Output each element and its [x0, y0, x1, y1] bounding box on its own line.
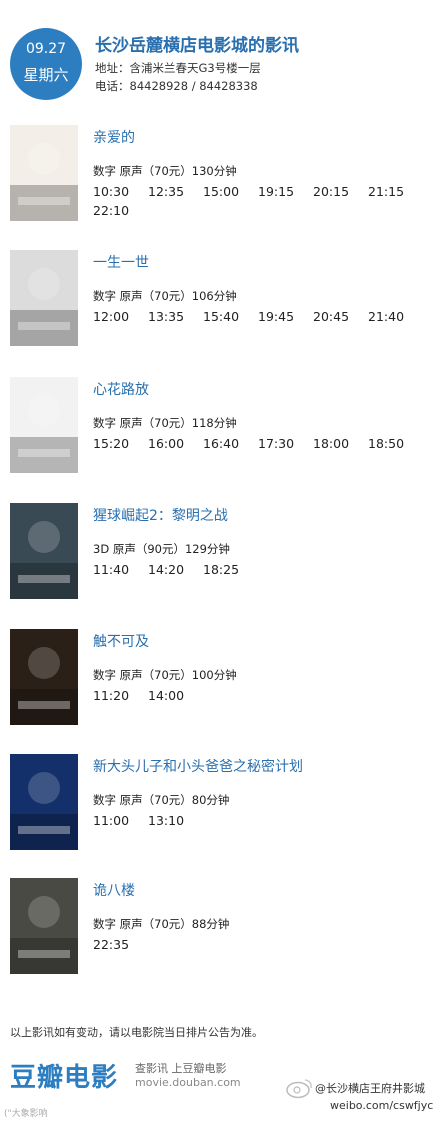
- showtime[interactable]: 22:35: [93, 936, 148, 953]
- movie-poster[interactable]: [10, 629, 78, 725]
- douban-site-link[interactable]: movie.douban.com: [135, 1076, 241, 1089]
- showtime-list: 11:40 14:20 18:25: [93, 559, 438, 578]
- movie-title[interactable]: 一生一世: [93, 252, 149, 272]
- poster-icon: [10, 125, 78, 221]
- showtime[interactable]: 15:00: [203, 183, 258, 200]
- movie-item[interactable]: 一生一世 数字 原声（70元）106分钟 12:00 13:35 15:40 19:45 2…: [0, 250, 440, 350]
- showtime[interactable]: 12:00: [93, 308, 148, 325]
- movie-poster[interactable]: [10, 125, 78, 221]
- showtime-list: 15:20 16:00 16:40 17:30 18:00 18:50: [93, 433, 438, 452]
- movie-item[interactable]: 诡八楼数字 原声（70元）88分钟 22:35: [0, 878, 440, 978]
- showtime[interactable]: 13:35: [148, 308, 203, 325]
- cinema-title[interactable]: 长沙岳麓横店电影城的影讯: [95, 31, 299, 56]
- schedule-notice: 以上影讯如有变动，请以电影院当日排片公告为准。: [10, 1026, 263, 1039]
- movie-meta: 数字 原声（70元）118分钟: [93, 416, 237, 430]
- showtime[interactable]: 16:00: [148, 435, 203, 452]
- showtime[interactable]: 13:10: [148, 812, 203, 829]
- poster-icon: [10, 250, 78, 346]
- showtime[interactable]: 18:50: [368, 435, 423, 452]
- poster-icon: [10, 754, 78, 850]
- date-text: 09.27: [25, 41, 67, 57]
- showtime[interactable]: 10:30: [93, 183, 148, 200]
- movie-title[interactable]: 新大头儿子和小头爸爸之秘密计划: [93, 756, 303, 776]
- cinema-header: 09.27 星期六 长沙岳麓横店电影城的影讯 地址：含浦米兰春天G3号楼一层 电…: [0, 0, 440, 110]
- cinema-address: 地址：含浦米兰春天G3号楼一层: [95, 61, 261, 75]
- showtime[interactable]: 11:20: [93, 687, 148, 704]
- movie-item[interactable]: 触不可及数字 原声（70元）100分钟 11:20 14:00: [0, 629, 440, 729]
- movie-meta: 3D 原声（90元）129分钟: [93, 542, 230, 556]
- poster-icon: [10, 629, 78, 725]
- movie-title[interactable]: 亲爱的: [93, 127, 135, 147]
- movie-poster[interactable]: [10, 503, 78, 599]
- showtime[interactable]: 11:40: [93, 561, 148, 578]
- showtime[interactable]: 14:20: [148, 561, 203, 578]
- movie-title[interactable]: 猩球崛起2：黎明之战: [93, 505, 228, 525]
- showtime-list: 22:35: [93, 934, 438, 953]
- showtime[interactable]: 17:30: [258, 435, 313, 452]
- showtime[interactable]: 14:00: [148, 687, 203, 704]
- poster-icon: [10, 377, 78, 473]
- movie-title[interactable]: 触不可及: [93, 631, 149, 651]
- movie-item[interactable]: 新大头儿子和小头爸爸之秘密计划数字 原声（70元）80分钟 11:00 13:10: [0, 754, 440, 854]
- movie-meta: 数字 原声（70元）106分钟: [93, 289, 237, 303]
- weibo-watermark-name: @长沙横店王府井影城: [315, 1082, 425, 1095]
- weibo-watermark-url: weibo.com/cswfjyc: [330, 1099, 434, 1112]
- movie-poster[interactable]: [10, 754, 78, 850]
- showtime-list: 11:20 14:00: [93, 685, 438, 704]
- showtime[interactable]: 15:40: [203, 308, 258, 325]
- showtime[interactable]: 19:15: [258, 183, 313, 200]
- showtime[interactable]: 20:45: [313, 308, 368, 325]
- weibo-icon: [285, 1077, 315, 1103]
- poster-icon: [10, 503, 78, 599]
- movie-poster[interactable]: [10, 250, 78, 346]
- showtime[interactable]: 19:45: [258, 308, 313, 325]
- movie-meta: 数字 原声（70元）80分钟: [93, 793, 230, 807]
- showtime[interactable]: 21:40: [368, 308, 423, 325]
- movie-meta: 数字 原声（70元）100分钟: [93, 668, 237, 682]
- movie-meta: 数字 原声（70元）88分钟: [93, 917, 230, 931]
- showtime[interactable]: 15:20: [93, 435, 148, 452]
- showtime[interactable]: 16:40: [203, 435, 258, 452]
- date-badge: 09.27 星期六: [10, 28, 82, 100]
- movie-item[interactable]: 亲爱的数字 原声（70元）130分钟 10:30 12:35 15:00 19:15 20…: [0, 125, 440, 225]
- movie-title[interactable]: 心花路放: [93, 379, 149, 399]
- showtime[interactable]: 12:35: [148, 183, 203, 200]
- poster-icon: [10, 878, 78, 974]
- douban-slogan: 查影讯 上豆瓣电影: [135, 1062, 227, 1075]
- weekday-text: 星期六: [23, 66, 69, 84]
- showtime-list: 11:00 13:10: [93, 810, 438, 829]
- showtime[interactable]: 22:10: [93, 202, 148, 219]
- showtime[interactable]: 20:15: [313, 183, 368, 200]
- showtime[interactable]: 21:15: [368, 183, 423, 200]
- corner-watermark: ("大象影响: [4, 1109, 48, 1119]
- movie-title[interactable]: 诡八楼: [93, 880, 135, 900]
- showtime-list: 12:00 13:35 15:40 19:45 20:45 21:40: [93, 306, 438, 325]
- cinema-phone: 电话：84428928 / 84428338: [95, 79, 258, 93]
- showtime[interactable]: 18:25: [203, 561, 258, 578]
- movie-item[interactable]: 猩球崛起2：黎明之战 3D 原声（90元）129分钟 11:40 14:20 18:25: [0, 503, 440, 603]
- movie-poster[interactable]: [10, 878, 78, 974]
- douban-movie-logo[interactable]: 豆瓣电影: [10, 1057, 118, 1094]
- movie-item[interactable]: 心花路放 数字 原声（70元）118分钟 15:20 16:00 16:40 17:30 1…: [0, 377, 440, 477]
- showtime[interactable]: 11:00: [93, 812, 148, 829]
- showtime[interactable]: 18:00: [313, 435, 368, 452]
- movie-poster[interactable]: [10, 377, 78, 473]
- movie-meta: 数字 原声（70元）130分钟: [93, 164, 237, 178]
- showtime-list: 10:30 12:35 15:00 19:15 20:15 21:15 22:10: [93, 181, 438, 219]
